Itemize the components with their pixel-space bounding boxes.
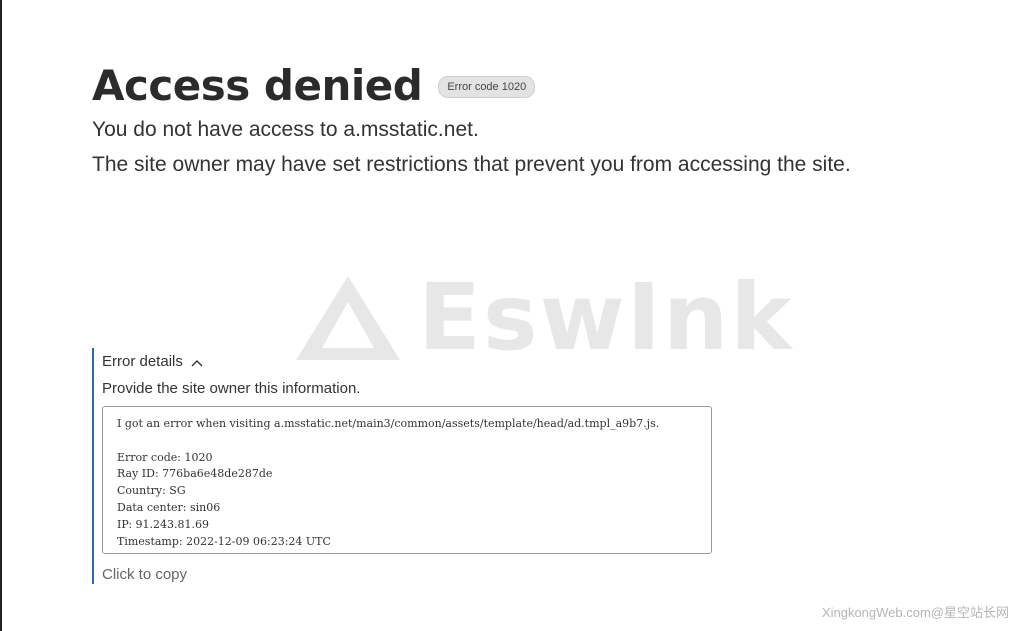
details-ip: IP: 91.243.81.69 [117, 517, 210, 531]
details-blank-line [117, 433, 697, 450]
site-watermark: XingkongWeb.com@星空站长网 [821, 605, 1009, 620]
details-visit-line: I got an error when visiting a.msstatic.… [117, 417, 660, 430]
title-row: Access denied Error code 1020 [92, 60, 536, 112]
chevron-up-icon [191, 354, 203, 371]
details-country: Country: SG [117, 484, 186, 498]
page-title: Access denied [92, 61, 423, 110]
details-error-code: Error code: 1020 [117, 450, 213, 464]
error-details-box[interactable]: I got an error when visiting a.msstatic.… [102, 406, 712, 554]
details-hint: Provide the site owner this information. [102, 380, 361, 397]
details-ray-id: Ray ID: 776ba6e48de287de [117, 467, 273, 481]
error-details-label: Error details [102, 353, 183, 370]
details-data-center: Data center: sin06 [117, 500, 221, 514]
details-timestamp: Timestamp: 2022-12-09 06:23:24 UTC [117, 534, 331, 548]
error-details-panel: Error details Provide the site owner thi… [92, 348, 734, 584]
error-details-toggle[interactable]: Error details [102, 352, 203, 371]
window-left-edge [0, 0, 2, 631]
restriction-message: The site owner may have set restrictions… [92, 153, 851, 176]
error-code-badge: Error code 1020 [438, 76, 536, 98]
copy-button[interactable]: Click to copy [102, 566, 187, 583]
access-message: You do not have access to a.msstatic.net… [92, 118, 479, 141]
